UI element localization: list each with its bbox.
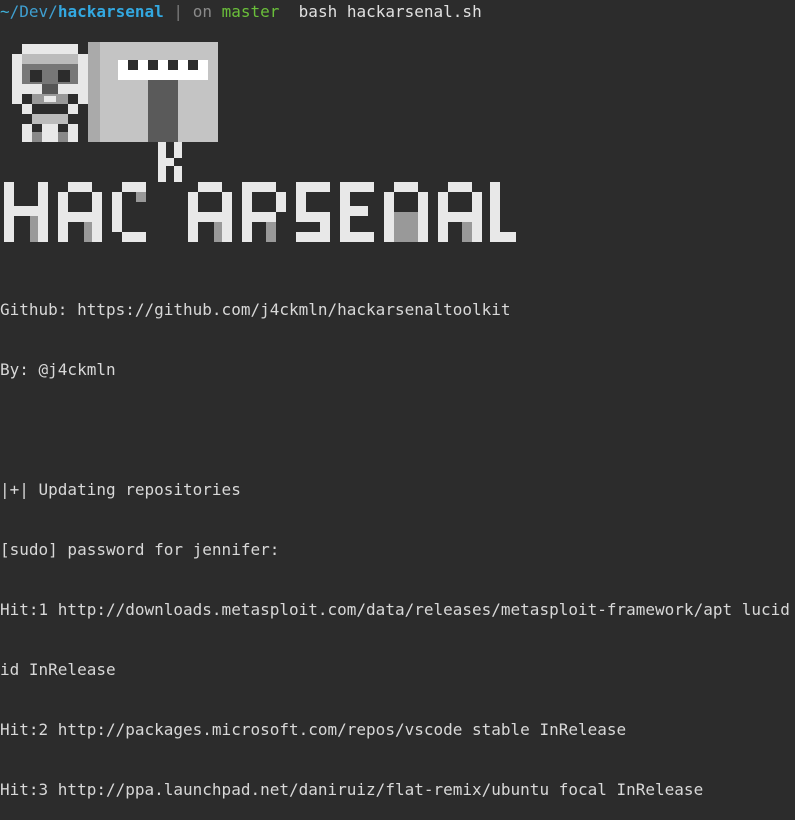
hackarsenal-logo-image bbox=[4, 42, 516, 242]
banner-letters-arsenal bbox=[188, 182, 516, 242]
output-line-github: Github: https://github.com/j4ckmln/hacka… bbox=[0, 300, 511, 319]
output-line-author: By: @j4ckmln bbox=[0, 360, 116, 379]
shell-prompt: ~/Dev/hackarsenal | on master bash hacka… bbox=[0, 1, 482, 23]
output-line-hit-2: Hit:2 http://packages.microsoft.com/repo… bbox=[0, 720, 627, 739]
output-line-blank bbox=[0, 420, 795, 440]
prompt-path: /Dev/ bbox=[9, 2, 58, 21]
ascii-logo bbox=[0, 40, 520, 246]
output-line-updating: |+| Updating repositories bbox=[0, 480, 241, 499]
prompt-on: on bbox=[192, 2, 212, 21]
prompt-directory: hackarsenal bbox=[57, 2, 164, 21]
output-line-hit-1-wrap: id InRelease bbox=[0, 660, 116, 679]
output-line-sudo-prompt: [sudo] password for jennifer: bbox=[0, 540, 280, 559]
hammer-icon bbox=[88, 42, 218, 142]
git-branch: master bbox=[221, 2, 280, 21]
letter-k-small bbox=[158, 142, 182, 182]
output-line-hit-3: Hit:3 http://ppa.launchpad.net/daniruiz/… bbox=[0, 780, 704, 799]
prompt-separator: | bbox=[173, 2, 184, 21]
output-line-hit-1: Hit:1 http://downloads.metasploit.com/da… bbox=[0, 600, 790, 619]
banner-letters-hac bbox=[4, 182, 146, 242]
prompt-home: ~ bbox=[0, 2, 10, 21]
terminal-output: Github: https://github.com/j4ckmln/hacka… bbox=[0, 260, 795, 820]
typed-command: bash hackarsenal.sh bbox=[298, 2, 482, 21]
skull-icon bbox=[12, 44, 88, 142]
